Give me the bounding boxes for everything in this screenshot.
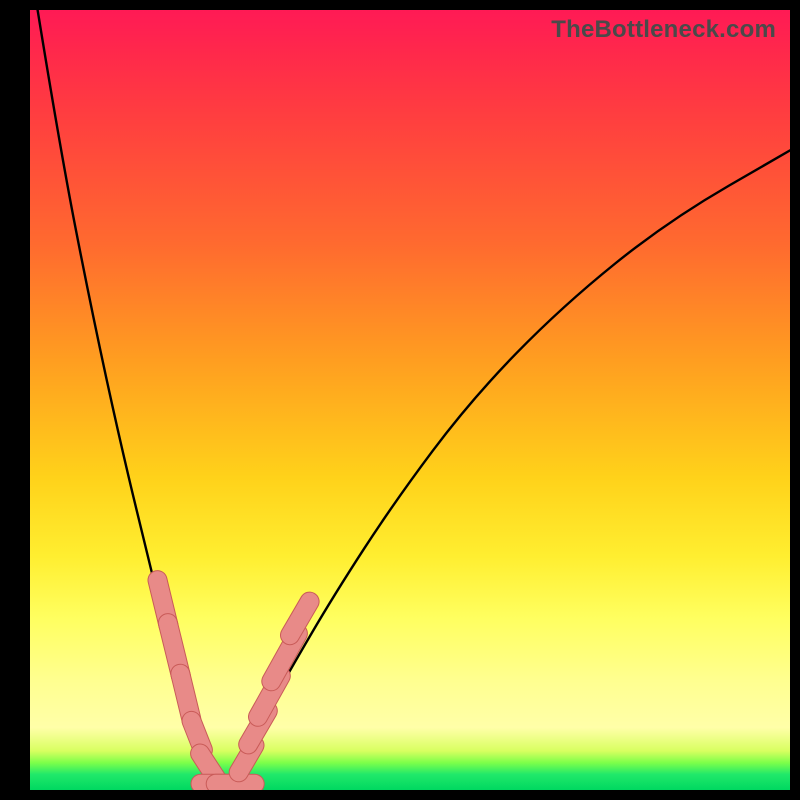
- curve-right-branch: [220, 150, 790, 790]
- plot-area: TheBottleneck.com: [30, 10, 790, 790]
- curve-left-branch: [38, 10, 220, 790]
- bottleneck-curve: [38, 10, 790, 790]
- chart-frame: TheBottleneck.com: [0, 0, 800, 800]
- curve-layer: [30, 10, 790, 790]
- curve-markers: [158, 580, 310, 784]
